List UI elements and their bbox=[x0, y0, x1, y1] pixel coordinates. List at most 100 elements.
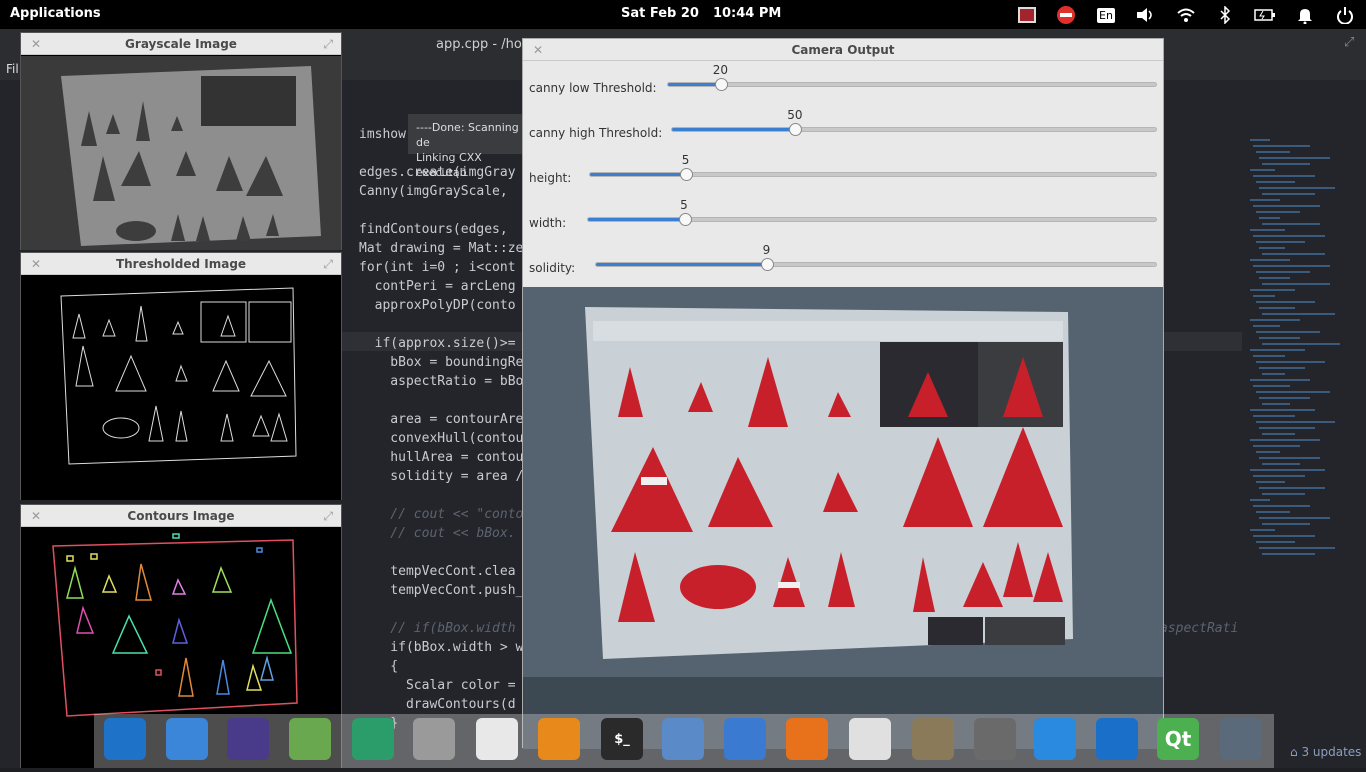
chromium-icon[interactable] bbox=[166, 718, 208, 760]
do-not-disturb-icon[interactable] bbox=[1055, 4, 1077, 26]
minimap-line bbox=[1256, 361, 1325, 363]
minimap-line bbox=[1250, 379, 1310, 381]
minimap-line bbox=[1250, 259, 1290, 261]
minimap-line bbox=[1262, 493, 1305, 495]
maximize-icon[interactable]: ⤢ bbox=[1344, 35, 1354, 50]
minimap-line bbox=[1256, 511, 1290, 513]
code-line: tempVecCont.clea bbox=[359, 564, 516, 579]
code-line: bBox = boundingRe bbox=[359, 355, 524, 370]
maximize-icon[interactable]: ⤢ bbox=[323, 505, 333, 527]
close-icon[interactable]: ✕ bbox=[533, 39, 543, 61]
minimap-line bbox=[1256, 481, 1285, 483]
minimap-line bbox=[1253, 475, 1305, 477]
minimap-line bbox=[1250, 229, 1285, 231]
slider-value: 20 bbox=[712, 63, 729, 77]
battery-icon[interactable] bbox=[1254, 4, 1276, 26]
slider-row: solidity: 9 bbox=[523, 243, 1163, 288]
volume-icon[interactable] bbox=[1135, 4, 1157, 26]
minimap-line bbox=[1250, 139, 1270, 141]
screenshot-icon[interactable] bbox=[974, 718, 1016, 760]
files-icon[interactable] bbox=[413, 718, 455, 760]
minimap-line bbox=[1250, 349, 1305, 351]
minimap-line bbox=[1256, 241, 1305, 243]
code-line: Mat drawing = Mat::ze bbox=[359, 241, 524, 256]
screen-record-icon[interactable] bbox=[1016, 4, 1038, 26]
calendar-icon[interactable] bbox=[476, 718, 518, 760]
minimap-line bbox=[1250, 319, 1300, 321]
menu-file[interactable]: Fil bbox=[6, 62, 19, 76]
minimap-line bbox=[1262, 343, 1340, 345]
code-line: convexHull(contou bbox=[359, 431, 524, 446]
date: Sat Feb 20 bbox=[621, 6, 699, 21]
slider-track[interactable] bbox=[587, 213, 1157, 226]
slider-fill bbox=[596, 263, 767, 266]
minimap-line bbox=[1262, 223, 1320, 225]
slider-track[interactable] bbox=[595, 258, 1157, 271]
slider-handle[interactable] bbox=[760, 258, 774, 271]
teamviewer-icon[interactable] bbox=[1096, 718, 1138, 760]
eclipse-icon[interactable] bbox=[227, 718, 269, 760]
maximize-icon[interactable]: ⤢ bbox=[323, 33, 333, 55]
minimap-line bbox=[1259, 517, 1330, 519]
minimap-line bbox=[1256, 331, 1320, 333]
dropbox-icon[interactable] bbox=[1034, 718, 1076, 760]
maximize-icon[interactable]: ⤢ bbox=[323, 253, 333, 275]
close-icon[interactable]: ✕ bbox=[31, 33, 41, 55]
slider-handle[interactable] bbox=[789, 123, 803, 136]
slider-handle[interactable] bbox=[680, 168, 694, 181]
slider-track[interactable] bbox=[671, 123, 1157, 136]
slider-track[interactable] bbox=[589, 168, 1157, 181]
close-icon[interactable]: ✕ bbox=[31, 505, 41, 527]
slider-handle[interactable] bbox=[678, 213, 692, 226]
minimap-line bbox=[1253, 145, 1310, 147]
minimap-line bbox=[1262, 313, 1335, 315]
text-editor-icon[interactable] bbox=[849, 718, 891, 760]
minimap-line bbox=[1253, 355, 1285, 357]
minimap-line bbox=[1256, 541, 1295, 543]
minimap[interactable] bbox=[1246, 139, 1356, 579]
code-line: // cout << bBox. bbox=[359, 526, 516, 541]
clock[interactable]: Sat Feb 20 10:44 PM bbox=[621, 6, 795, 21]
applications-menu[interactable]: Applications bbox=[10, 6, 101, 21]
slider-label: width: bbox=[529, 216, 567, 230]
minimap-line bbox=[1256, 421, 1335, 423]
keyboard-layout-indicator[interactable]: En bbox=[1095, 4, 1117, 26]
code-line: findContours(edges, bbox=[359, 222, 516, 237]
code-line: tempVecCont.push_ bbox=[359, 583, 524, 598]
minimap-line bbox=[1259, 157, 1330, 159]
android-studio-icon[interactable] bbox=[289, 718, 331, 760]
thresholded-window: ✕ Thresholded Image ⤢ bbox=[20, 252, 342, 500]
slider-label: height: bbox=[529, 171, 572, 185]
bluetooth-icon[interactable] bbox=[1214, 4, 1236, 26]
atom-icon[interactable] bbox=[352, 718, 394, 760]
app-store-icon[interactable] bbox=[786, 718, 828, 760]
switch-icon[interactable] bbox=[724, 718, 766, 760]
terminal-icon[interactable]: $_ bbox=[601, 718, 643, 760]
code-line: { bbox=[359, 659, 399, 674]
power-icon[interactable] bbox=[1334, 4, 1356, 26]
minimap-line bbox=[1250, 529, 1275, 531]
slider-track[interactable] bbox=[667, 78, 1157, 91]
music-icon[interactable] bbox=[538, 718, 580, 760]
slider-label: canny low Threshold: bbox=[529, 81, 657, 95]
code-line: solidity = area / bbox=[359, 469, 524, 484]
windows-icon[interactable] bbox=[104, 718, 146, 760]
photos-icon[interactable] bbox=[662, 718, 704, 760]
updates-indicator[interactable]: ⌂ 3 updates bbox=[1290, 745, 1361, 759]
time: 10:44 PM bbox=[712, 6, 782, 21]
wifi-icon[interactable] bbox=[1175, 4, 1197, 26]
minimap-line bbox=[1262, 253, 1325, 255]
slider-handle[interactable] bbox=[715, 78, 729, 91]
close-icon[interactable]: ✕ bbox=[31, 253, 41, 275]
grayscale-image bbox=[21, 56, 341, 254]
minimap-line bbox=[1250, 439, 1320, 441]
gimp-icon[interactable] bbox=[912, 718, 954, 760]
slider-fill bbox=[672, 128, 796, 131]
notifications-icon[interactable] bbox=[1294, 4, 1316, 26]
qt-creator-icon[interactable]: Qt bbox=[1157, 718, 1199, 760]
settings-icon[interactable] bbox=[1220, 718, 1262, 760]
minimap-line bbox=[1262, 283, 1330, 285]
minimap-line bbox=[1259, 217, 1280, 219]
code-line: // cout << "conto bbox=[359, 507, 524, 522]
minimap-line bbox=[1253, 265, 1330, 267]
